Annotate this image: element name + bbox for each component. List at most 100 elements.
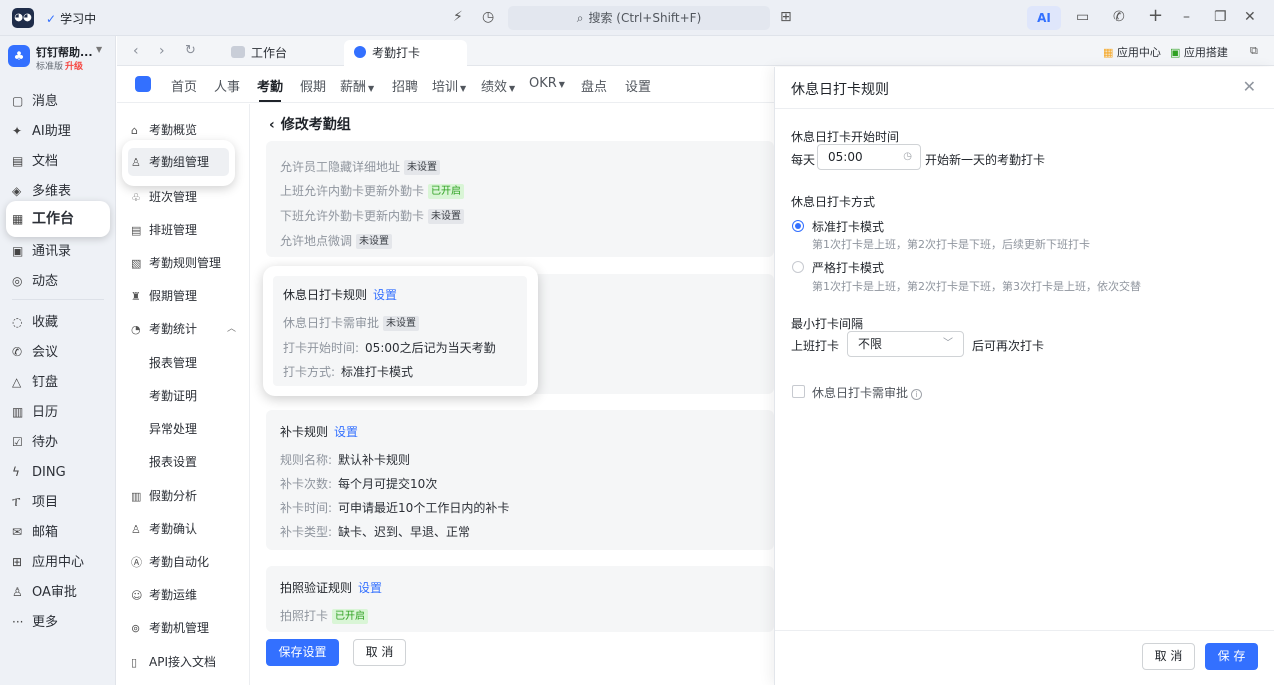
standard-mode-radio[interactable] xyxy=(792,220,804,232)
setting-row: 补卡时间: 可申请最近10个工作日内的补卡 xyxy=(280,501,510,515)
app-center-icon: ⊞ xyxy=(12,555,23,569)
study-status[interactable]: ✓ 学习中 xyxy=(46,10,96,27)
ai-assistant-icon: ✦ xyxy=(12,124,23,138)
menu-report-settings[interactable]: 报表设置 xyxy=(117,450,250,474)
nav-item-ai-assistant[interactable]: ✦ AI助理 xyxy=(0,116,116,146)
close-window-icon[interactable]: ✕ xyxy=(1244,9,1256,25)
menu-leave[interactable]: ♜ 假期管理 xyxy=(117,284,250,308)
nav-item-calendar[interactable]: ▥ 日历 xyxy=(0,397,116,427)
mod-attendance[interactable]: 考勤 xyxy=(257,76,283,95)
contacts-icon: ▣ xyxy=(12,244,24,258)
strict-mode-label[interactable]: 严格打卡模式 xyxy=(812,259,884,276)
start-time-picker[interactable]: 05:00 ◷ xyxy=(817,144,921,170)
drawer-divider xyxy=(775,108,1274,109)
attendance-menu: ⌂ 考勤概览 ♙ 考勤组管理 ♧ 班次管理 ▤ 排班管理 ▧ 考勤规则管理 ♜ 假期管理 ◔… xyxy=(117,104,250,685)
photo-settings-link[interactable]: 设置 xyxy=(358,581,382,595)
menu-confirm[interactable]: ♙ 考勤确认 xyxy=(117,517,250,541)
menu-rules[interactable]: ▧ 考勤规则管理 xyxy=(117,251,250,275)
nav-item-more[interactable]: ··· 更多 xyxy=(0,607,116,637)
close-icon[interactable]: ✕ xyxy=(1243,77,1256,96)
chevron-down-icon: ▼ xyxy=(460,84,467,93)
nav-item-project[interactable]: ፐ 项目 xyxy=(0,487,116,517)
forward-icon[interactable]: › xyxy=(159,43,165,59)
makeup-settings-link[interactable]: 设置 xyxy=(334,425,358,439)
nav-item-app-center[interactable]: ⊞ 应用中心 xyxy=(0,547,116,577)
beta-icon[interactable]: ⚡ xyxy=(453,9,463,25)
org-switcher[interactable]: ♣ 钉钉帮助... ▼ 标准版 升级 xyxy=(8,44,112,74)
grid-apps-icon[interactable]: ⊞ xyxy=(780,9,792,25)
back-icon[interactable]: ‹ xyxy=(133,43,139,59)
screen-cast-icon[interactable]: ▭ xyxy=(1076,9,1089,25)
mod-settings[interactable]: 设置 xyxy=(625,76,651,95)
nav-item-moments[interactable]: ◎ 动态 xyxy=(0,266,116,296)
menu-shift-management[interactable]: ♧ 班次管理 xyxy=(117,185,250,209)
upgrade-link[interactable]: 升级 xyxy=(65,62,83,72)
interval-label: 最小打卡间隔 xyxy=(791,317,864,331)
mod-inventory[interactable]: 盘点 xyxy=(581,76,607,95)
setting-row: 打卡方式: 标准打卡模式 xyxy=(283,365,414,379)
history-icon[interactable]: ◷ xyxy=(482,9,494,25)
menu-analysis[interactable]: ▥ 假勤分析 xyxy=(117,484,250,508)
mod-salary[interactable]: 薪酬 ▼ xyxy=(340,76,374,95)
app-builder-link[interactable]: ▣ 应用搭建 xyxy=(1170,44,1228,60)
menu-automation[interactable]: Ⓐ 考勤自动化 xyxy=(117,550,250,574)
menu-devices[interactable]: ⊚ 考勤机管理 xyxy=(117,616,250,640)
nav-item-approval[interactable]: ♙ OA审批 xyxy=(0,577,116,607)
menu-exception[interactable]: 异常处理 xyxy=(117,417,250,441)
rest-day-rule-card: 休息日打卡规则 设置 休息日打卡需审批 未设置 打卡开始时间: 05:00之后记为当天… xyxy=(263,266,538,396)
menu-report-management[interactable]: 报表管理 xyxy=(117,351,250,375)
menu-api-docs[interactable]: ▯ API接入文档 xyxy=(117,650,250,674)
mod-hr[interactable]: 人事 xyxy=(214,76,240,95)
nav-item-message[interactable]: ▢ 消息 xyxy=(0,86,116,116)
app-center-link[interactable]: ▦ 应用中心 xyxy=(1103,44,1161,60)
menu-group-management[interactable]: ♙ 考勤组管理 xyxy=(117,150,250,174)
menu-certificate[interactable]: 考勤证明 xyxy=(117,384,250,408)
nav-item-document[interactable]: ▤ 文档 xyxy=(0,146,116,176)
mod-recruit[interactable]: 招聘 xyxy=(392,76,418,95)
search-input[interactable]: ⌕ 搜索 (Ctrl+Shift+F) xyxy=(508,6,770,30)
drawer-cancel-button[interactable]: 取 消 xyxy=(1142,643,1195,670)
ai-button[interactable]: AI xyxy=(1027,6,1061,30)
nav-item-contacts[interactable]: ▣ 通讯录 xyxy=(0,236,116,266)
nav-item-meeting[interactable]: ✆ 会议 xyxy=(0,337,116,367)
menu-schedule[interactable]: ▤ 排班管理 xyxy=(117,218,250,242)
drawer-save-button[interactable]: 保 存 xyxy=(1205,643,1258,670)
strict-mode-radio[interactable] xyxy=(792,261,804,273)
refresh-icon[interactable]: ↻ xyxy=(185,43,196,58)
menu-overview[interactable]: ⌂ 考勤概览 xyxy=(117,118,250,142)
phone-icon[interactable]: ✆ xyxy=(1113,9,1125,25)
external-window-icon[interactable]: ⧉ xyxy=(1250,44,1258,58)
mod-leave[interactable]: 假期 xyxy=(300,76,326,95)
nav-item-todo[interactable]: ☑ 待办 xyxy=(0,427,116,457)
rest-day-settings-link[interactable]: 设置 xyxy=(373,288,397,302)
nav-item-workbench[interactable]: ▦ 工作台 xyxy=(6,201,110,237)
tab-attendance[interactable]: 考勤打卡 xyxy=(344,40,467,66)
mod-okr[interactable]: OKR ▼ xyxy=(529,76,565,91)
nav-item-ding[interactable]: ϟ DING xyxy=(0,457,116,487)
dingtalk-logo[interactable]: ◕◕ xyxy=(12,8,34,28)
back-arrow-icon[interactable]: ‹ xyxy=(269,117,275,133)
add-icon[interactable]: + xyxy=(1148,5,1163,26)
mod-home[interactable]: 首页 xyxy=(171,76,197,95)
chevron-up-icon: ︿ xyxy=(226,324,236,334)
active-tab-indicator xyxy=(259,100,281,102)
meeting-icon: ✆ xyxy=(12,345,23,359)
standard-mode-label[interactable]: 标准打卡模式 xyxy=(812,218,884,235)
moments-icon: ◎ xyxy=(12,274,23,288)
approval-checkbox[interactable] xyxy=(792,385,805,398)
restore-icon[interactable]: ❐ xyxy=(1214,9,1227,25)
minimize-icon[interactable]: – xyxy=(1183,9,1190,25)
info-icon[interactable]: i xyxy=(911,389,923,400)
mod-performance[interactable]: 绩效 ▼ xyxy=(481,76,515,95)
menu-operations[interactable]: ☺ 考勤运维 xyxy=(117,583,250,607)
mod-training[interactable]: 培训 ▼ xyxy=(432,76,466,95)
cancel-button[interactable]: 取 消 xyxy=(353,639,406,666)
nav-item-drive[interactable]: △ 钉盘 xyxy=(0,367,116,397)
nav-item-favorite[interactable]: ◌ 收藏 xyxy=(0,307,116,337)
tab-workbench[interactable]: 工作台 xyxy=(221,40,297,66)
interval-select[interactable]: 不限 ﹀ xyxy=(847,331,964,357)
menu-statistics[interactable]: ◔ 考勤统计 ︿ xyxy=(117,317,250,341)
chevron-down-icon: ▼ xyxy=(558,80,565,89)
save-settings-button[interactable]: 保存设置 xyxy=(266,639,339,666)
nav-item-mail[interactable]: ✉ 邮箱 xyxy=(0,517,116,547)
